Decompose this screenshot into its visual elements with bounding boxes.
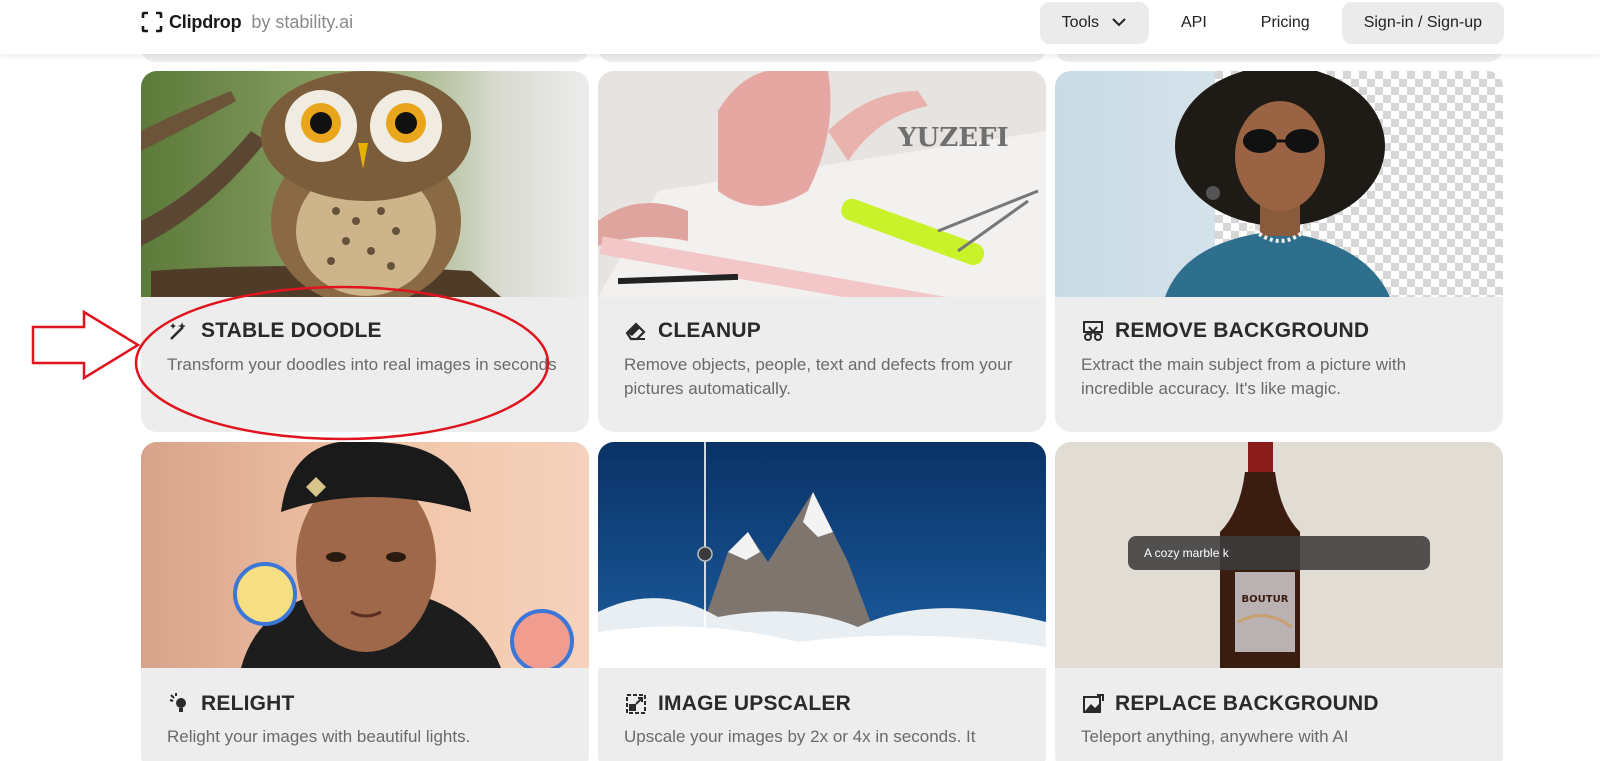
prompt-text: A cozy marble k: [1144, 546, 1229, 560]
remove-background-title-text: REMOVE BACKGROUND: [1115, 319, 1370, 342]
lightbulb-icon: [167, 692, 191, 716]
tool-card-stable-doodle[interactable]: STABLE DOODLE Transform your doodles int…: [141, 71, 589, 432]
api-link[interactable]: API: [1159, 2, 1229, 44]
scissors-cutout-icon: [1081, 319, 1105, 343]
relight-title-text: RELIGHT: [201, 692, 295, 715]
image-upscaler-title: IMAGE UPSCALER: [624, 692, 851, 716]
eraser-icon: [624, 319, 648, 343]
stable-doodle-title: STABLE DOODLE: [167, 319, 382, 343]
signin-button[interactable]: Sign-in / Sign-up: [1341, 2, 1504, 44]
main-nav: Tools API Pricing Sign-in / Sign-up: [1039, 2, 1504, 44]
cleanup-image: YUZEFI: [598, 71, 1046, 297]
replace-background-description: Teleport anything, anywhere with AI: [1081, 727, 1349, 746]
remove-background-title: REMOVE BACKGROUND: [1081, 319, 1369, 343]
remove-background-image: [1055, 71, 1503, 297]
relight-description: Relight your images with beautiful light…: [167, 727, 471, 746]
image-upscaler-title-text: IMAGE UPSCALER: [658, 692, 851, 715]
cleanup-title: CLEANUP: [624, 319, 761, 343]
prompt-input-overlay: A cozy marble k: [1128, 536, 1430, 570]
logo-text: Clipdrop: [169, 11, 242, 32]
tool-card-remove-background[interactable]: REMOVE BACKGROUND Extract the main subje…: [1055, 71, 1503, 432]
replace-background-image: BOUTUR A cozy marble k: [1055, 442, 1503, 668]
remove-background-description: Extract the main subject from a picture …: [1081, 355, 1407, 398]
annotation-arrow: [31, 309, 141, 381]
relight-image: [141, 442, 589, 668]
svg-text:BOUTUR: BOUTUR: [1242, 594, 1289, 605]
clipdrop-logo[interactable]: Clipdrop by stability.ai: [141, 11, 353, 33]
relight-title: RELIGHT: [167, 692, 295, 716]
tool-card-image-upscaler[interactable]: IMAGE UPSCALER Upscale your images by 2x…: [598, 442, 1046, 761]
cleanup-title-text: CLEANUP: [658, 319, 761, 342]
replace-image-icon: [1081, 692, 1105, 716]
svg-text:YUZEFI: YUZEFI: [897, 123, 1009, 153]
clipdrop-logo-icon: [141, 11, 163, 33]
logo-by-text: by stability.ai: [251, 11, 354, 32]
magic-wand-icon: [167, 319, 191, 343]
tool-card-replace-background[interactable]: BOUTUR A cozy marble k REPLACE BACKGROUN…: [1055, 442, 1503, 761]
pricing-link[interactable]: Pricing: [1239, 2, 1332, 44]
replace-background-title: REPLACE BACKGROUND: [1081, 692, 1379, 716]
tool-card-cleanup[interactable]: YUZEFI CLEANUP Remove objects, people, t…: [598, 71, 1046, 432]
stable-doodle-image: [141, 71, 589, 297]
tool-card-relight[interactable]: RELIGHT Relight your images with beautif…: [141, 442, 589, 761]
tools-dropdown-button[interactable]: Tools: [1039, 2, 1149, 44]
stable-doodle-title-text: STABLE DOODLE: [201, 319, 382, 342]
chevron-down-icon: [1111, 14, 1127, 32]
image-upscaler-description: Upscale your images by 2x or 4x in secon…: [624, 727, 976, 746]
upscale-icon: [624, 692, 648, 716]
cleanup-description: Remove objects, people, text and defects…: [624, 355, 1013, 398]
stable-doodle-description: Transform your doodles into real images …: [167, 355, 557, 374]
image-upscaler-image: [598, 442, 1046, 668]
replace-background-title-text: REPLACE BACKGROUND: [1115, 692, 1379, 715]
tools-label: Tools: [1061, 14, 1099, 31]
top-header: Clipdrop by stability.ai Tools API Prici…: [0, 0, 1600, 54]
